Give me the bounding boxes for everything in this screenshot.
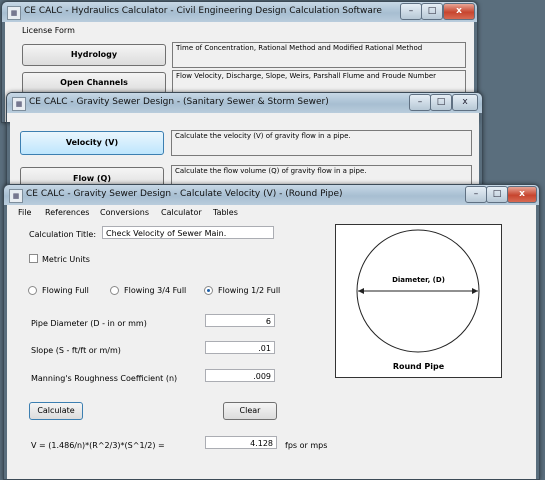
menu-license-form[interactable]: License Form <box>22 26 75 35</box>
app-icon: ▦ <box>7 6 21 20</box>
round-pipe-diagram: Diameter, (D) Round Pipe <box>335 224 502 378</box>
clear-button[interactable]: Clear <box>223 402 277 420</box>
velocity-formula: V = (1.486/n)*(R^2/3)*(S^1/2) = <box>31 441 165 450</box>
metric-units-label: Metric Units <box>42 255 90 264</box>
pipe-diagram-svg <box>356 229 480 353</box>
velocity-button[interactable]: Velocity (V) <box>20 131 164 155</box>
pipe-diameter-input[interactable]: 6 <box>205 314 275 327</box>
pipe-diameter-label: Pipe Diameter (D - in or mm) <box>31 319 147 328</box>
app-icon: ▦ <box>12 97 26 111</box>
slope-label: Slope (S - ft/ft or m/m) <box>31 346 121 355</box>
window-title: CE CALC - Gravity Sewer Design - Calcula… <box>26 189 343 199</box>
window-client: File References Conversions Calculator T… <box>7 205 536 479</box>
calculation-title-input[interactable]: Check Velocity of Sewer Main. <box>102 226 274 239</box>
app-icon: ▦ <box>9 189 23 203</box>
manning-coefficient-input[interactable]: .009 <box>205 369 275 382</box>
diameter-dimension-label: Diameter, (D) <box>392 276 445 284</box>
menu-file[interactable]: File <box>18 208 31 217</box>
calculate-button[interactable]: Calculate <box>29 402 83 420</box>
minimize-button[interactable]: – <box>465 186 487 203</box>
calculation-title-label: Calculation Title: <box>29 230 97 239</box>
velocity-result: 4.128 <box>205 436 277 449</box>
calculate-velocity-window: ▦ CE CALC - Gravity Sewer Design - Calcu… <box>3 184 540 480</box>
flowing-three-quarter-label: Flowing 3/4 Full <box>124 286 187 295</box>
flowing-half-radio[interactable] <box>204 286 213 295</box>
manning-coefficient-label: Manning's Roughness Coefficient (n) <box>31 374 178 383</box>
menu-calculator[interactable]: Calculator <box>161 208 202 217</box>
title-bar[interactable]: ▦ CE CALC - Gravity Sewer Design - Calcu… <box>4 185 539 205</box>
flowing-three-quarter-radio[interactable] <box>110 286 119 295</box>
title-bar[interactable]: ▦ CE CALC - Gravity Sewer Design - (Sani… <box>7 93 482 113</box>
maximize-button[interactable]: □ <box>430 94 452 111</box>
arrow-left-icon <box>358 288 364 294</box>
close-button[interactable]: x <box>443 3 475 20</box>
flowing-full-radio[interactable] <box>28 286 37 295</box>
metric-units-checkbox[interactable] <box>29 254 38 263</box>
close-button[interactable]: x <box>452 94 478 111</box>
minimize-button[interactable]: – <box>400 3 422 20</box>
hydrology-button[interactable]: Hydrology <box>22 44 166 66</box>
maximize-button[interactable]: □ <box>421 3 443 20</box>
velocity-description: Calculate the velocity (V) of gravity fl… <box>171 130 472 156</box>
menu-references[interactable]: References <box>45 208 89 217</box>
menu-conversions[interactable]: Conversions <box>100 208 149 217</box>
result-unit: fps or mps <box>285 441 328 450</box>
slope-input[interactable]: .01 <box>205 341 275 354</box>
flowing-full-label: Flowing Full <box>42 286 89 295</box>
hydrology-description: Time of Concentration, Rational Method a… <box>172 42 466 68</box>
window-title: CE CALC - Gravity Sewer Design - (Sanita… <box>29 97 329 107</box>
close-button[interactable]: x <box>507 186 537 203</box>
minimize-button[interactable]: – <box>409 94 431 111</box>
title-bar[interactable]: ▦ CE CALC - Hydraulics Calculator - Civi… <box>2 2 477 22</box>
open-channels-button[interactable]: Open Channels <box>22 72 166 94</box>
flowing-half-label: Flowing 1/2 Full <box>218 286 281 295</box>
round-pipe-caption: Round Pipe <box>392 362 445 371</box>
menu-tables[interactable]: Tables <box>213 208 238 217</box>
window-title: CE CALC - Hydraulics Calculator - Civil … <box>24 6 382 16</box>
maximize-button[interactable]: □ <box>486 186 508 203</box>
arrow-right-icon <box>472 288 478 294</box>
